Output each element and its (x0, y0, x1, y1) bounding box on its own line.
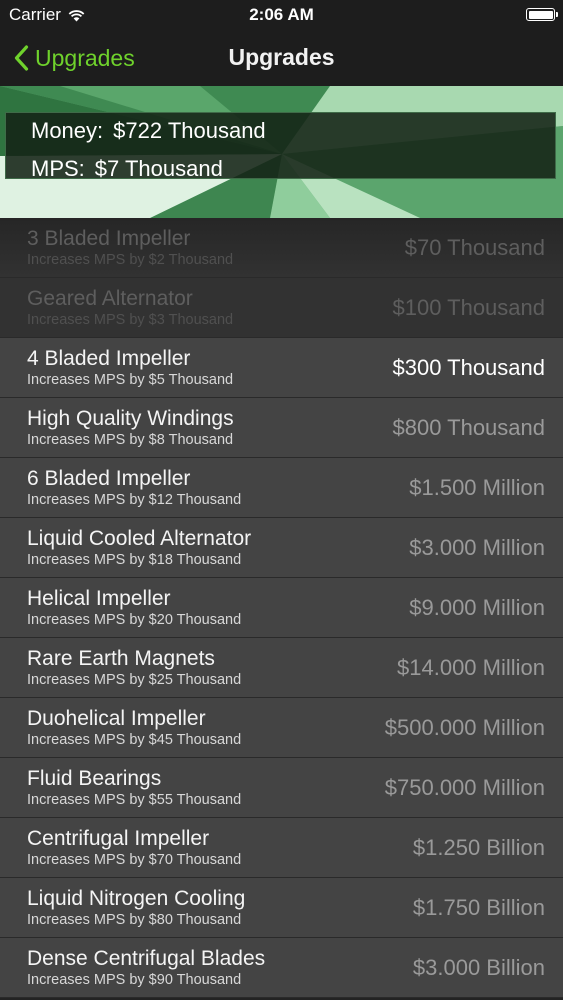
upgrade-price: $3.000 Million (409, 535, 545, 560)
upgrade-description: Increases MPS by $20 Thousand (27, 612, 242, 628)
upgrade-description: Increases MPS by $90 Thousand (27, 972, 242, 988)
upgrade-name: Geared Alternator (27, 287, 193, 310)
upgrade-description: Increases MPS by $25 Thousand (27, 672, 242, 688)
upgrade-description: Increases MPS by $8 Thousand (27, 432, 234, 448)
upgrade-name: 4 Bladed Impeller (27, 347, 191, 370)
upgrade-price: $1.500 Million (409, 475, 545, 500)
upgrade-description: Increases MPS by $3 Thousand (27, 312, 234, 328)
battery-icon (526, 8, 558, 21)
upgrade-name: 3 Bladed Impeller (27, 227, 191, 250)
upgrade-name: Centrifugal Impeller (27, 827, 210, 850)
money-stat: Money: $722 Thousand (31, 118, 266, 144)
stats-banner: Money: $722 Thousand MPS: $7 Thousand (0, 86, 563, 218)
upgrade-description: Increases MPS by $70 Thousand (27, 852, 242, 868)
upgrade-name: Dense Centrifugal Blades (27, 947, 266, 970)
upgrade-description: Increases MPS by $12 Thousand (27, 492, 242, 508)
upgrade-description: Increases MPS by $80 Thousand (27, 912, 242, 928)
upgrade-row[interactable]: Centrifugal Impeller Increases MPS by $7… (0, 818, 563, 878)
upgrade-name: Duohelical Impeller (27, 707, 206, 730)
upgrade-description: Increases MPS by $18 Thousand (27, 552, 242, 568)
upgrade-row[interactable]: 4 Bladed Impeller Increases MPS by $5 Th… (0, 338, 563, 398)
upgrade-description: Increases MPS by $45 Thousand (27, 732, 242, 748)
upgrade-row[interactable]: Liquid Cooled Alternator Increases MPS b… (0, 518, 563, 578)
upgrade-price: $500.000 Million (384, 715, 545, 740)
upgrade-price: $800 Thousand (392, 415, 545, 440)
upgrades-list: 3 Bladed Impeller Increases MPS by $2 Th… (0, 218, 563, 998)
mps-stat: MPS: $7 Thousand (31, 156, 223, 182)
upgrade-price: $3.000 Billion (412, 955, 545, 980)
navigation-bar: Upgrades Upgrades (0, 30, 563, 86)
mps-label: MPS: (31, 156, 85, 181)
upgrade-row[interactable]: High Quality Windings Increases MPS by $… (0, 398, 563, 458)
page-title: Upgrades (228, 44, 335, 70)
upgrade-row[interactable]: Dense Centrifugal Blades Increases MPS b… (0, 938, 563, 998)
upgrade-description: Increases MPS by $2 Thousand (27, 252, 234, 268)
upgrade-name: Helical Impeller (27, 587, 171, 610)
mps-value: $7 Thousand (94, 156, 223, 181)
upgrade-price: $14.000 Million (397, 655, 545, 680)
upgrade-description: Increases MPS by $5 Thousand (27, 372, 234, 388)
upgrade-name: Rare Earth Magnets (27, 647, 215, 670)
upgrade-price: $300 Thousand (392, 355, 545, 380)
upgrade-row[interactable]: Duohelical Impeller Increases MPS by $45… (0, 698, 563, 758)
upgrade-name: Liquid Cooled Alternator (27, 527, 252, 550)
upgrade-row[interactable]: Rare Earth Magnets Increases MPS by $25 … (0, 638, 563, 698)
upgrade-name: 6 Bladed Impeller (27, 467, 191, 490)
upgrade-name: High Quality Windings (27, 407, 234, 430)
status-bar: Carrier 2:06 AM (0, 0, 563, 30)
upgrade-price: $750.000 Million (384, 775, 545, 800)
upgrade-row[interactable]: Geared Alternator Increases MPS by $3 Th… (0, 278, 563, 338)
stats-box: Money: $722 Thousand MPS: $7 Thousand (5, 112, 556, 182)
upgrade-name: Fluid Bearings (27, 767, 162, 790)
money-value: $722 Thousand (113, 118, 266, 143)
upgrade-price: $1.250 Billion (412, 835, 545, 860)
upgrade-row[interactable]: Liquid Nitrogen Cooling Increases MPS by… (0, 878, 563, 938)
upgrade-price: $70 Thousand (404, 235, 545, 260)
upgrade-price: $100 Thousand (392, 295, 545, 320)
upgrade-row[interactable]: Fluid Bearings Increases MPS by $55 Thou… (0, 758, 563, 818)
upgrade-price: $9.000 Million (409, 595, 545, 620)
upgrade-row[interactable]: Helical Impeller Increases MPS by $20 Th… (0, 578, 563, 638)
upgrade-row[interactable]: 3 Bladed Impeller Increases MPS by $2 Th… (0, 218, 563, 278)
status-time: 2:06 AM (249, 5, 314, 24)
upgrade-row[interactable]: 6 Bladed Impeller Increases MPS by $12 T… (0, 458, 563, 518)
money-label: Money: (31, 118, 104, 143)
upgrade-price: $1.750 Billion (412, 895, 545, 920)
upgrade-name: Liquid Nitrogen Cooling (27, 887, 246, 910)
upgrade-description: Increases MPS by $55 Thousand (27, 792, 242, 808)
